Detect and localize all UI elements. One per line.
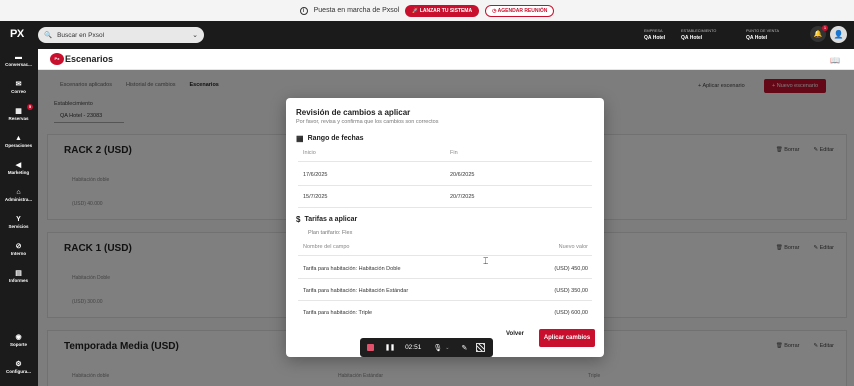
sidebar-item-operaciones[interactable]: ▲ Operaciones	[0, 134, 37, 148]
pause-icon[interactable]: ❚❚	[385, 344, 395, 351]
app-logo[interactable]: PX	[10, 28, 24, 40]
sidebar-item-informes[interactable]: ▤ Informes	[0, 269, 37, 283]
point-of-sale-selector[interactable]: PUNTO DE VENTA QA Hotel	[746, 28, 779, 42]
operations-icon: ▲	[15, 135, 22, 142]
review-changes-modal: Revisión de cambios a aplicar Por favor,…	[286, 98, 604, 357]
rate-row-field: Tarifa para habitación: Triple	[303, 310, 373, 316]
grid-icon[interactable]	[476, 343, 486, 352]
rate-plan: Plan tarifario: Flex	[308, 230, 353, 236]
report-icon: ▤	[15, 270, 22, 277]
sidebar-item-interno[interactable]: ⊘ Interno	[0, 242, 37, 256]
date-row-start: 17/6/2025	[303, 172, 328, 178]
page-header: Px Escenarios 📖	[38, 49, 854, 70]
banner-text: Puesta en marcha de Pxsol	[313, 7, 400, 14]
rate-row-field: Tarifa para habitación: Habitación Están…	[303, 288, 409, 294]
sidebar-item-reservas[interactable]: ▦ Reservas 5	[0, 104, 37, 121]
date-row-start: 15/7/2025	[303, 194, 328, 200]
launch-system-button[interactable]: 🚀 LANZAR TU SISTEMA	[405, 4, 480, 17]
col-end: Fin	[450, 150, 458, 156]
block-icon: ⊘	[15, 243, 22, 250]
chevron-down-icon[interactable]: ⌄	[445, 345, 449, 351]
onboarding-banner: i Puesta en marcha de Pxsol 🚀 LANZAR TU …	[0, 0, 854, 21]
book-icon[interactable]: 📖	[830, 56, 840, 65]
top-header: PX 🔍 Buscar en Pxsol ⌄ EMPRESA QA Hotel …	[0, 21, 854, 49]
search-icon: 🔍	[44, 32, 53, 39]
dollar-icon: $	[296, 215, 301, 224]
sidebar-item-administracion[interactable]: ⌂ Administra...	[0, 188, 37, 202]
reservas-badge: 5	[27, 104, 33, 110]
back-button[interactable]: Volver	[506, 331, 524, 337]
dates-section-heading: ▦ Rango de fechas	[296, 134, 364, 143]
page-title: Escenarios	[65, 54, 114, 64]
stop-recording-button[interactable]	[367, 344, 374, 351]
rate-row-value: (USD) 450,00	[554, 266, 588, 272]
chevron-down-icon[interactable]: ⌄	[192, 31, 198, 39]
sidebar-item-soporte[interactable]: ◉ Soporte	[0, 333, 37, 347]
rate-row-value: (USD) 600,00	[554, 310, 588, 316]
sidebar-item-marketing[interactable]: ◀ Marketing	[0, 161, 37, 175]
date-row-end: 20/7/2025	[450, 194, 475, 200]
microphone-icon[interactable]: 🎙	[433, 344, 442, 352]
sidebar-item-servicios[interactable]: Y Servicios	[0, 215, 37, 229]
mouse-cursor-icon: ⌶	[483, 256, 489, 266]
sidebar-item-conversaciones[interactable]: ▬ Conversac...	[0, 53, 37, 67]
date-row-end: 20/6/2025	[450, 172, 475, 178]
page-logo: Px	[50, 53, 64, 65]
search-input[interactable]: 🔍 Buscar en Pxsol ⌄	[38, 27, 204, 43]
company-selector[interactable]: EMPRESA QA Hotel	[644, 28, 665, 42]
info-icon: i	[299, 6, 308, 15]
services-icon: Y	[16, 216, 21, 223]
establishment-selector[interactable]: ESTABLECIMIENTO QA Hotel	[681, 28, 716, 42]
col-new-value: Nuevo valor	[558, 244, 588, 250]
megaphone-icon: ◀	[15, 162, 22, 169]
chat-icon: ▬	[15, 54, 22, 61]
rate-row-value: (USD) 350,00	[554, 288, 588, 294]
support-icon: ◉	[15, 334, 22, 341]
mail-icon: ✉	[15, 81, 22, 88]
col-field-name: Nombre del campo	[303, 244, 350, 250]
sidebar-item-correo[interactable]: ✉ Correo	[0, 80, 37, 94]
screen-recorder-bar: ❚❚ 02:51 🎙 ⌄ ✎	[360, 338, 493, 357]
sidebar-item-configuracion[interactable]: ⚙ Configura...	[0, 360, 37, 374]
pen-icon[interactable]: ✎	[461, 344, 467, 352]
rate-row-field: Tarifa para habitación: Habitación Doble	[303, 266, 401, 272]
modal-title: Revisión de cambios a aplicar	[296, 108, 411, 117]
sidebar: ▬ Conversac... ✉ Correo ▦ Reservas 5 ▲ Operac…	[0, 49, 37, 386]
admin-icon: ⌂	[16, 189, 21, 196]
avatar[interactable]: 👤	[830, 26, 847, 43]
rates-section-heading: $ Tarifas a aplicar	[296, 215, 358, 224]
apply-changes-button[interactable]: Aplicar cambios	[539, 329, 595, 347]
col-start: Inicio	[303, 150, 316, 156]
calendar-icon: ▦	[296, 134, 304, 143]
gear-icon: ⚙	[15, 361, 22, 368]
modal-subtitle: Por favor, revisa y confirma que los cam…	[296, 119, 439, 125]
schedule-meeting-button[interactable]: ◷ AGENDAR REUNIÓN	[485, 4, 555, 17]
recording-timer: 02:51	[405, 344, 422, 351]
notification-badge: 1	[822, 25, 828, 31]
